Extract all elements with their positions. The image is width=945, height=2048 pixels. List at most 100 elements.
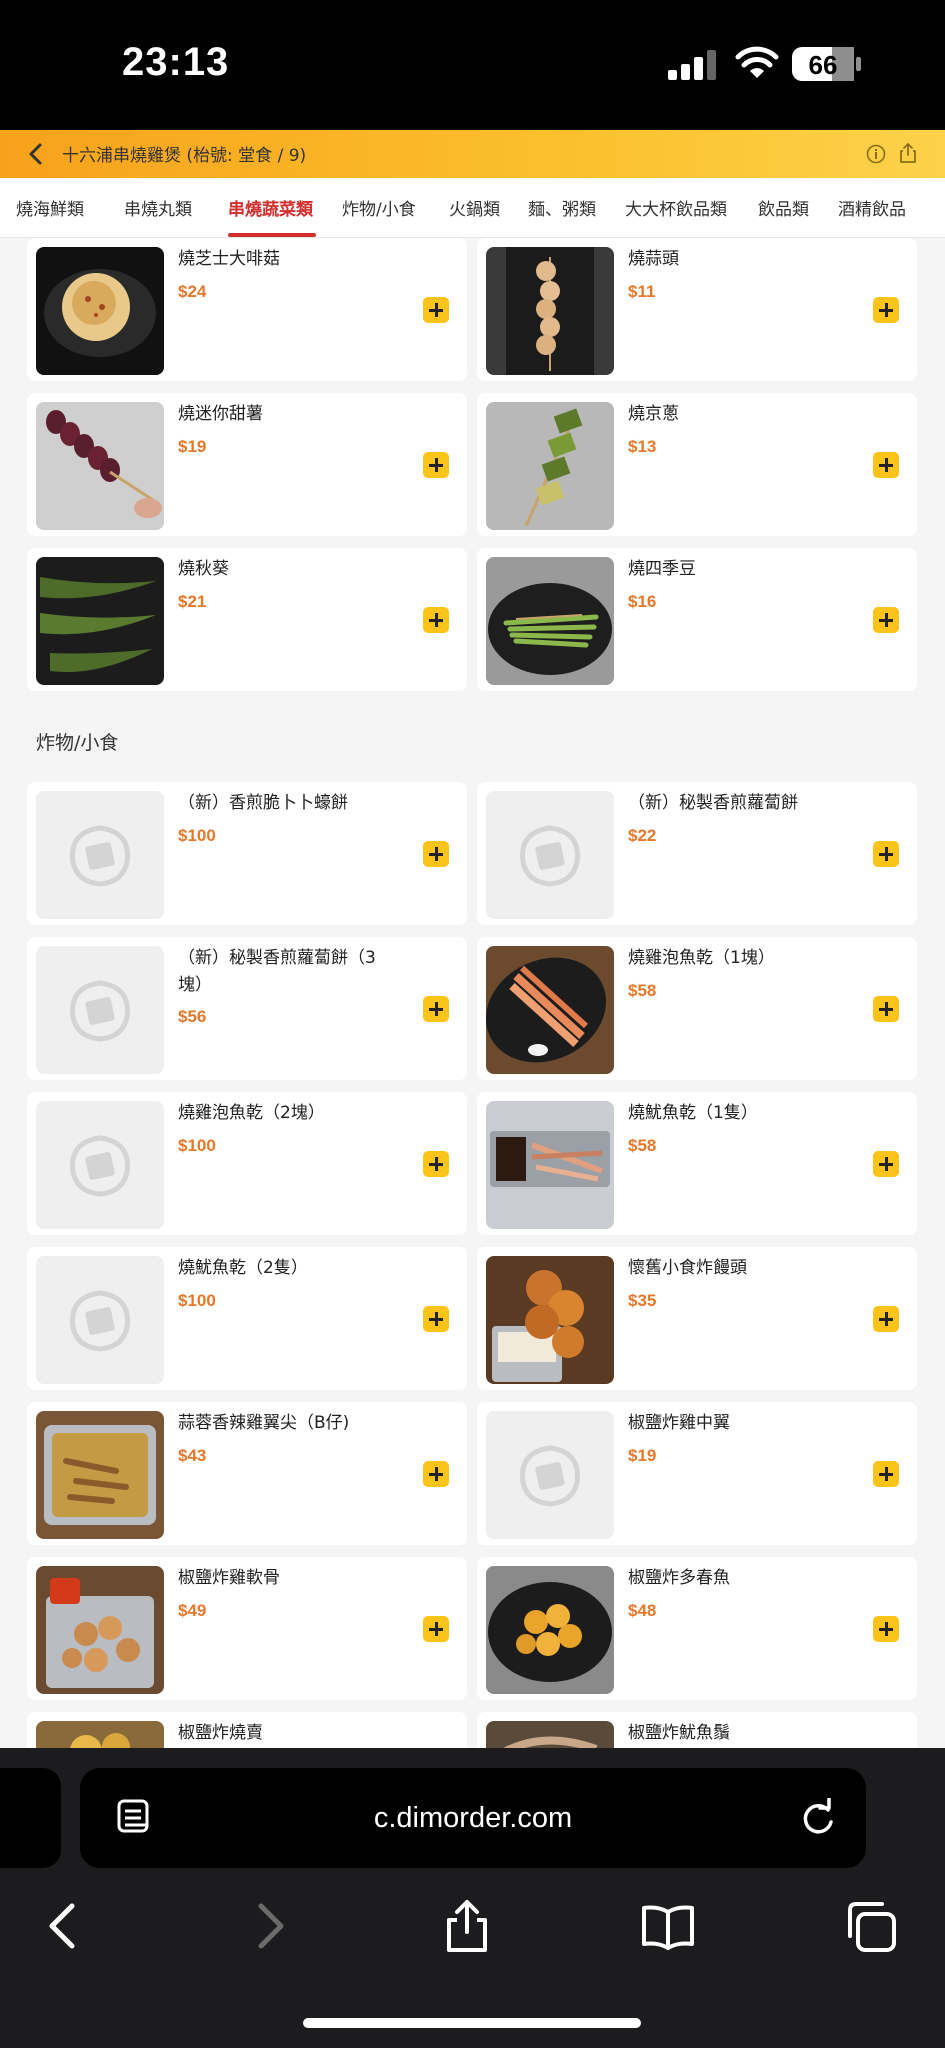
add-to-cart-button[interactable] xyxy=(873,452,899,478)
add-to-cart-button[interactable] xyxy=(423,996,449,1022)
tabs-icon[interactable] xyxy=(842,1898,898,1954)
food-image xyxy=(486,1566,614,1694)
add-to-cart-button[interactable] xyxy=(873,841,899,867)
food-image xyxy=(36,247,164,375)
menu-item[interactable]: 燒魷魚乾（1隻） $58 xyxy=(477,1092,917,1235)
add-to-cart-button[interactable] xyxy=(423,452,449,478)
add-to-cart-button[interactable] xyxy=(423,1151,449,1177)
add-to-cart-button[interactable] xyxy=(873,1306,899,1332)
menu-item[interactable]: 燒四季豆 $16 xyxy=(477,548,917,691)
reload-icon[interactable] xyxy=(798,1798,838,1838)
menu-item[interactable]: 椒鹽炸多春魚 $48 xyxy=(477,1557,917,1700)
tab-drinks[interactable]: 飲品類 xyxy=(758,195,809,220)
item-name: 椒鹽炸燒賣 xyxy=(178,1723,263,1743)
item-price: $100 xyxy=(178,1136,216,1155)
item-name: 懷舊小食炸饅頭 xyxy=(628,1258,747,1278)
tab-noodles-congee[interactable]: 麵、粥類 xyxy=(528,195,596,220)
menu-item[interactable]: 燒芝士大啡菇 $24 xyxy=(27,238,467,381)
add-to-cart-button[interactable] xyxy=(873,996,899,1022)
food-image xyxy=(486,557,614,685)
category-tabs: 燒海鮮類 串燒丸類 串燒蔬菜類 炸物/小食 火鍋類 麵、粥類 大大杯飲品類 飲品… xyxy=(0,178,945,238)
cellular-signal-icon xyxy=(668,50,716,80)
item-name: 蒜蓉香辣雞翼尖（B仔) xyxy=(178,1413,350,1433)
item-name: 燒四季豆 xyxy=(628,559,696,579)
menu-item[interactable]: 燒雞泡魚乾（1塊） $58 xyxy=(477,937,917,1080)
tab-large-drinks[interactable]: 大大杯飲品類 xyxy=(625,195,727,220)
add-to-cart-button[interactable] xyxy=(873,607,899,633)
placeholder-image xyxy=(486,791,614,919)
placeholder-image xyxy=(36,946,164,1074)
add-to-cart-button[interactable] xyxy=(423,607,449,633)
store-header: 十六浦串燒雞煲 (枱號: 堂食 / 9) xyxy=(0,130,945,178)
menu-item[interactable]: （新）香煎脆卜卜蠔餅 $100 xyxy=(27,782,467,925)
add-to-cart-button[interactable] xyxy=(423,1306,449,1332)
menu-item[interactable]: 椒鹽炸燒賣 xyxy=(27,1712,467,1748)
item-price: $43 xyxy=(178,1446,207,1465)
section-title: 炸物/小食 xyxy=(36,732,119,754)
item-price: $19 xyxy=(628,1446,657,1465)
previous-tab-pill[interactable] xyxy=(0,1768,61,1868)
item-name: （新）秘製香煎蘿蔔餅（3塊） xyxy=(178,948,376,995)
item-name: （新）秘製香煎蘿蔔餅 xyxy=(628,793,798,813)
tab-alcohol[interactable]: 酒精飲品 xyxy=(838,195,906,220)
share-icon[interactable] xyxy=(898,142,918,164)
menu-item[interactable]: 椒鹽炸魷魚鬚 xyxy=(477,1712,917,1748)
add-to-cart-button[interactable] xyxy=(873,1151,899,1177)
menu-item[interactable]: 燒雞泡魚乾（2塊） $100 xyxy=(27,1092,467,1235)
forward-icon[interactable] xyxy=(241,1898,297,1954)
item-price: $100 xyxy=(178,1291,216,1310)
share-icon[interactable] xyxy=(439,1898,495,1954)
home-indicator xyxy=(303,2018,641,2028)
food-image xyxy=(486,946,614,1074)
add-to-cart-button[interactable] xyxy=(423,297,449,323)
menu-item[interactable]: 懷舊小食炸饅頭 $35 xyxy=(477,1247,917,1390)
menu-item[interactable]: 燒迷你甜薯 $19 xyxy=(27,393,467,536)
battery-level: 66 xyxy=(808,50,838,80)
menu-item[interactable]: 椒鹽炸雞中翼 $19 xyxy=(477,1402,917,1545)
address-bar[interactable]: c.dimorder.com xyxy=(80,1768,866,1868)
add-to-cart-button[interactable] xyxy=(873,297,899,323)
menu-item[interactable]: 燒秋葵 $21 xyxy=(27,548,467,691)
menu-item[interactable]: 蒜蓉香辣雞翼尖（B仔) $43 xyxy=(27,1402,467,1545)
menu-item[interactable]: （新）秘製香煎蘿蔔餅 $22 xyxy=(477,782,917,925)
menu-item[interactable]: 椒鹽炸雞軟骨 $49 xyxy=(27,1557,467,1700)
item-name: （新）香煎脆卜卜蠔餅 xyxy=(178,793,348,813)
menu-list: 燒芝士大啡菇 $24 燒蒜頭 $11 燒迷你甜薯 $19 燒京蔥 $13 燒秋葵… xyxy=(0,238,945,1748)
item-price: $19 xyxy=(178,437,207,456)
tab-fried-snacks[interactable]: 炸物/小食 xyxy=(342,195,416,220)
browser-toolbar: c.dimorder.com xyxy=(0,1748,945,2048)
add-to-cart-button[interactable] xyxy=(423,841,449,867)
back-arrow-icon[interactable] xyxy=(26,142,46,166)
add-to-cart-button[interactable] xyxy=(873,1461,899,1487)
placeholder-image xyxy=(36,1256,164,1384)
food-image xyxy=(486,1256,614,1384)
tab-seafood[interactable]: 燒海鮮類 xyxy=(16,195,84,220)
add-to-cart-button[interactable] xyxy=(873,1616,899,1642)
add-to-cart-button[interactable] xyxy=(423,1461,449,1487)
placeholder-image xyxy=(36,791,164,919)
item-name: 椒鹽炸雞軟骨 xyxy=(178,1568,280,1588)
food-image xyxy=(36,1721,164,1748)
menu-item[interactable]: 燒魷魚乾（2隻） $100 xyxy=(27,1247,467,1390)
menu-item[interactable]: 燒蒜頭 $11 xyxy=(477,238,917,381)
add-to-cart-button[interactable] xyxy=(423,1616,449,1642)
item-name: 燒魷魚乾（1隻） xyxy=(628,1103,758,1123)
info-icon[interactable] xyxy=(866,144,886,164)
status-bar: 23:13 66 xyxy=(0,0,945,130)
placeholder-image xyxy=(36,1101,164,1229)
bookmarks-icon[interactable] xyxy=(640,1898,696,1954)
item-price: $24 xyxy=(178,282,207,301)
item-price: $21 xyxy=(178,592,207,611)
back-icon[interactable] xyxy=(36,1898,92,1954)
item-name: 椒鹽炸雞中翼 xyxy=(628,1413,730,1433)
tab-balls[interactable]: 串燒丸類 xyxy=(124,195,192,220)
item-name: 燒京蔥 xyxy=(628,404,679,424)
menu-item[interactable]: 燒京蔥 $13 xyxy=(477,393,917,536)
menu-item[interactable]: （新）秘製香煎蘿蔔餅（3塊） $56 xyxy=(27,937,467,1080)
tab-hotpot[interactable]: 火鍋類 xyxy=(449,195,500,220)
food-image xyxy=(36,402,164,530)
tab-vegetables[interactable]: 串燒蔬菜類 xyxy=(228,195,313,220)
item-name: 椒鹽炸多春魚 xyxy=(628,1568,730,1588)
item-name: 燒雞泡魚乾（2塊） xyxy=(178,1103,325,1123)
item-price: $13 xyxy=(628,437,657,456)
